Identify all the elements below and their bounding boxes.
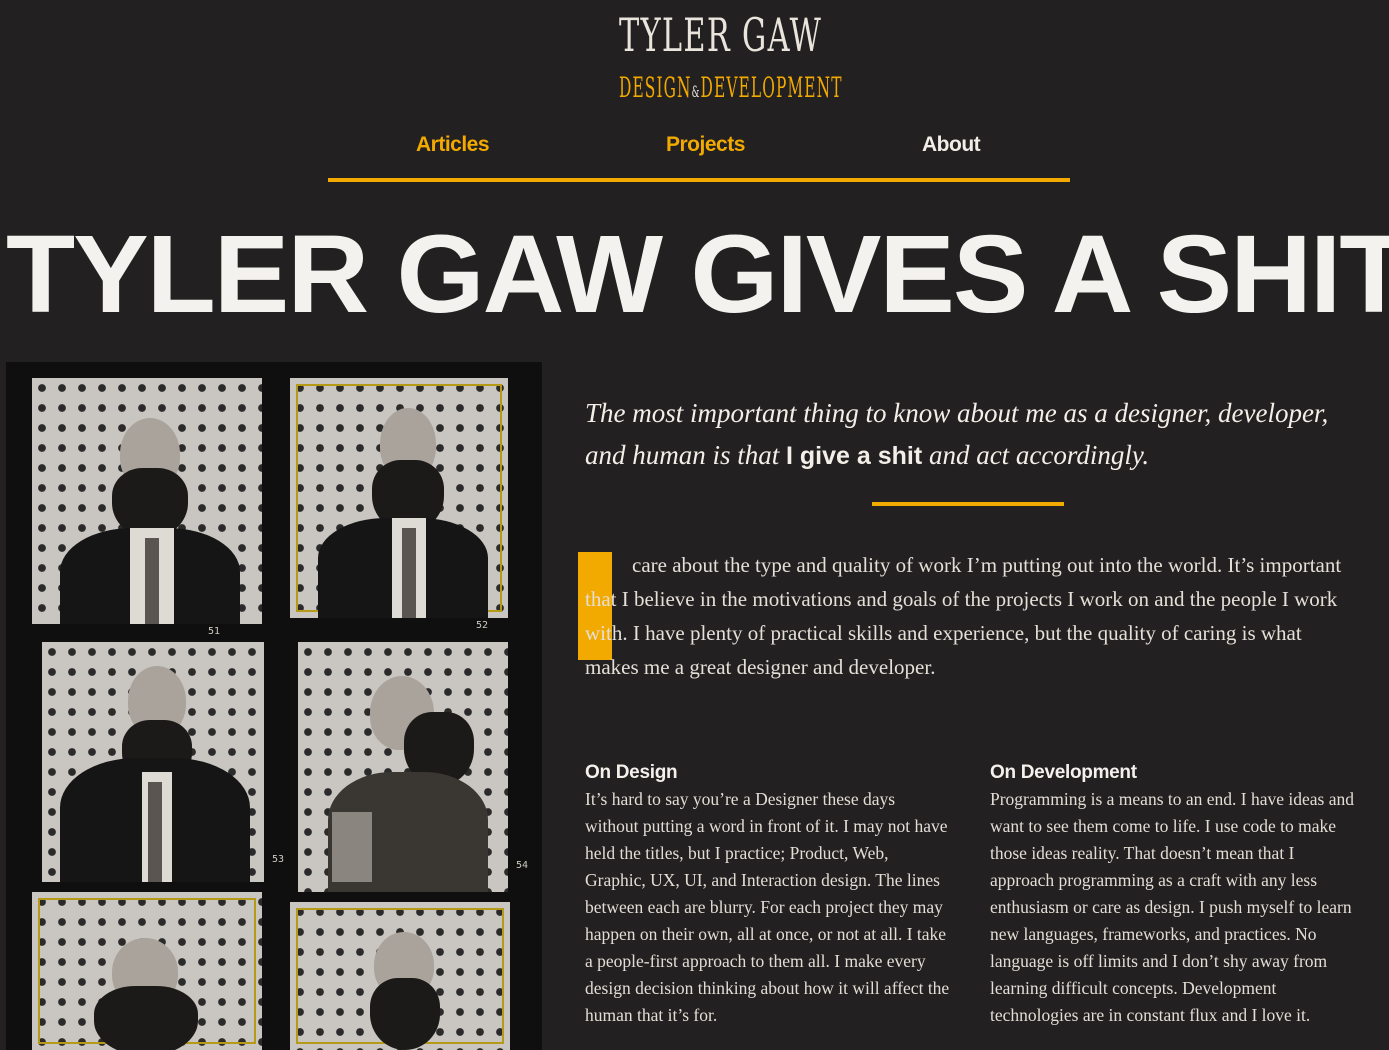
nav-link-about[interactable]: About [922,133,981,157]
intro-text-after: and act accordingly. [922,440,1150,470]
on-design-heading: On Design [585,762,678,783]
caring-paragraph: care about the type and quality of work … [585,553,1342,679]
nav-link-articles[interactable]: Articles [416,133,490,157]
logo-design: DESIGN [619,71,692,104]
intro-emphasis: I give a shit [786,442,923,470]
logo-tagline: DESIGN&DEVELOPMENT [619,74,843,102]
nav-link-projects[interactable]: Projects [666,133,745,157]
frame-number: 53 [272,854,285,865]
logo-development: DEVELOPMENT [700,71,843,104]
site-logo[interactable]: TYLER GAW DESIGN&DEVELOPMENT [615,12,841,112]
photo-frame [32,378,262,624]
intro-statement: The most important thing to know about m… [585,392,1345,477]
frame-number: 51 [208,626,221,637]
on-design-text: It’s hard to say you’re a Designer these… [585,789,950,1025]
photo-frame [42,642,264,882]
photo-frame [290,378,508,618]
on-design-section: On Design It’s hard to say you’re a Desi… [585,762,950,1029]
frame-number: 54 [516,860,529,871]
photo-frame [298,642,508,892]
photo-frame [290,902,510,1050]
page-title: TYLER GAW GIVES A SHIT [6,213,1389,336]
logo-name: TYLER GAW [619,8,823,62]
section-divider [872,502,1064,506]
contact-sheet-photo: 51 52 53 54 [6,362,542,1050]
frame-number: 52 [476,620,489,631]
on-development-heading: On Development [990,762,1137,783]
main-navigation: Articles Projects About [328,130,1070,182]
logo-ampersand: & [691,82,701,101]
on-development-text: Programming is a means to an end. I have… [990,789,1354,1025]
on-development-section: On Development Programming is a means to… [990,762,1355,1029]
photo-frame [32,892,262,1050]
